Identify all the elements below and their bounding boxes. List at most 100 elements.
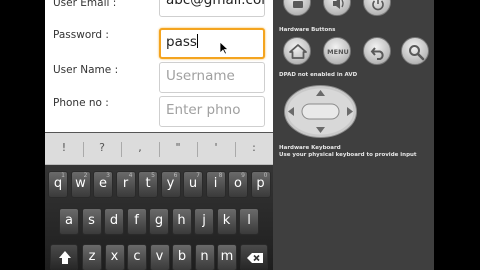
symbol-suggestion[interactable]: " [172, 141, 184, 154]
key-label: b [177, 249, 187, 264]
symbol-divider [121, 142, 122, 157]
phone-field[interactable]: Enter phno [159, 96, 265, 127]
key[interactable]: l [239, 208, 259, 235]
key-label: h [177, 213, 186, 228]
search-button[interactable] [401, 37, 429, 65]
key[interactable]: z [82, 244, 102, 270]
username-label: User Name : [53, 64, 119, 76]
key[interactable]: m [217, 244, 237, 270]
key[interactable]: d [104, 208, 124, 235]
symbol-divider [197, 142, 198, 157]
home-button[interactable] [283, 37, 311, 65]
key[interactable]: n [194, 244, 215, 270]
key[interactable]: x [104, 244, 125, 270]
key-label: t [145, 176, 151, 191]
key-number-hint: 3 [106, 172, 110, 179]
key-label: f [134, 213, 139, 228]
password-label: Password : [53, 29, 109, 41]
dpad-control[interactable] [283, 84, 358, 139]
key-label: z [88, 249, 96, 264]
camera-icon [293, 1, 303, 8]
key[interactable]: k [216, 208, 237, 235]
hardware-buttons-label: Hardware Buttons [279, 27, 336, 33]
volume-icon [333, 0, 344, 9]
power-button[interactable] [363, 0, 391, 16]
key-label: n [200, 249, 209, 264]
key[interactable]: 3e [93, 171, 113, 198]
key[interactable]: g [149, 208, 169, 235]
key-label: m [220, 249, 234, 264]
menu-button-label: MENU [327, 48, 349, 56]
symbol-divider [83, 142, 84, 157]
symbol-suggestion-strip: !?, " ': [45, 133, 273, 165]
letterbox-left [0, 0, 45, 270]
key-number-hint: 4 [128, 172, 133, 179]
menu-button[interactable]: MENU [323, 37, 351, 65]
key[interactable]: 8i [205, 171, 226, 198]
key-number-hint: 8 [218, 172, 223, 179]
back-arrow-icon [370, 47, 384, 60]
key[interactable]: f [126, 208, 147, 235]
key[interactable]: 4r [115, 171, 136, 198]
key[interactable]: 1q [48, 171, 68, 198]
key-number-hint: 2 [83, 172, 88, 179]
mouse-cursor-icon [219, 41, 229, 55]
key[interactable]: v [149, 244, 170, 270]
symbol-suggestion[interactable]: ? [96, 141, 108, 154]
key-number-hint: 0 [263, 172, 268, 179]
camera-button[interactable] [283, 0, 311, 16]
key-label: i [213, 176, 218, 191]
symbol-suggestion[interactable]: ! [58, 141, 70, 154]
symbol-divider [235, 142, 236, 157]
key-number-hint: 6 [173, 172, 178, 179]
dpad-status-label: DPAD not enabled in AVD [279, 72, 358, 78]
key[interactable]: a [59, 208, 79, 235]
symbol-divider [159, 142, 160, 157]
home-icon [289, 44, 307, 59]
password-field[interactable]: pass [159, 28, 265, 59]
key-label: k [222, 213, 231, 228]
phone-label: Phone no : [53, 97, 109, 109]
letterbox-right [434, 0, 480, 270]
key[interactable]: b [172, 244, 192, 270]
hw-keyboard-title: Hardware Keyboard [279, 145, 341, 151]
key-label: s [88, 213, 95, 228]
key-label: j [202, 213, 206, 228]
symbol-suggestion[interactable]: ' [210, 141, 222, 154]
backspace-icon [247, 253, 263, 263]
key[interactable]: 5t [138, 171, 158, 198]
key-number-hint: 1 [61, 172, 65, 179]
key-number-hint: 9 [241, 172, 245, 179]
key[interactable]: s [81, 208, 102, 235]
key[interactable]: 6y [160, 171, 181, 198]
shift-arrow-icon [59, 251, 71, 264]
hw-keyboard-note: Use your physical keyboard to provide in… [279, 152, 417, 158]
username-field[interactable]: Username [159, 62, 265, 93]
back-button[interactable] [363, 37, 391, 65]
text-caret [196, 34, 198, 48]
emulator-window: User Email : abc@gmail.com Password : pa… [0, 0, 480, 270]
key[interactable]: 9o [228, 171, 248, 198]
key-label: g [154, 213, 164, 228]
key-number-hint: 5 [151, 172, 155, 179]
delete-key[interactable] [240, 244, 268, 270]
symbol-suggestion[interactable]: : [248, 141, 260, 154]
key[interactable]: 0p [250, 171, 271, 198]
soft-keyboard: !?, " ': 1q2w3e4r5t6y7u8i9o0p asdfghjkl zx… [45, 132, 273, 270]
shift-key[interactable] [50, 244, 78, 270]
key[interactable]: c [127, 244, 147, 270]
key[interactable]: j [194, 208, 214, 235]
key[interactable]: h [171, 208, 192, 235]
key-label: d [109, 213, 119, 228]
key[interactable]: 2w [70, 171, 91, 198]
key-label: r [122, 176, 129, 191]
email-label: User Email : [53, 0, 117, 9]
emulator-controls-panel: Hardware Buttons MENU DPAD not enabled i… [273, 0, 434, 270]
key-label: v [155, 249, 164, 264]
search-icon [409, 45, 425, 61]
volume-button[interactable] [323, 0, 351, 16]
email-field[interactable]: abc@gmail.com [159, 0, 265, 17]
symbol-suggestion[interactable]: , [134, 141, 146, 154]
password-text: pass [166, 34, 197, 50]
key[interactable]: 7u [183, 171, 203, 198]
